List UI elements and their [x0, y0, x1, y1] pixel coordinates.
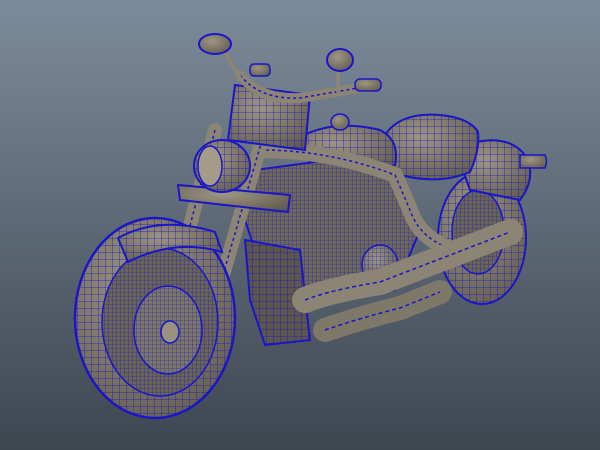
- turn-signal[interactable]: [330, 113, 350, 131]
- maya-3d-viewport[interactable]: [0, 0, 600, 450]
- tail-light[interactable]: [519, 154, 548, 169]
- handlebar-grip[interactable]: [354, 78, 382, 92]
- motorcycle-wireframe-render[interactable]: [0, 0, 600, 450]
- handlebar-grip[interactable]: [249, 63, 271, 77]
- headlight[interactable]: [193, 139, 251, 193]
